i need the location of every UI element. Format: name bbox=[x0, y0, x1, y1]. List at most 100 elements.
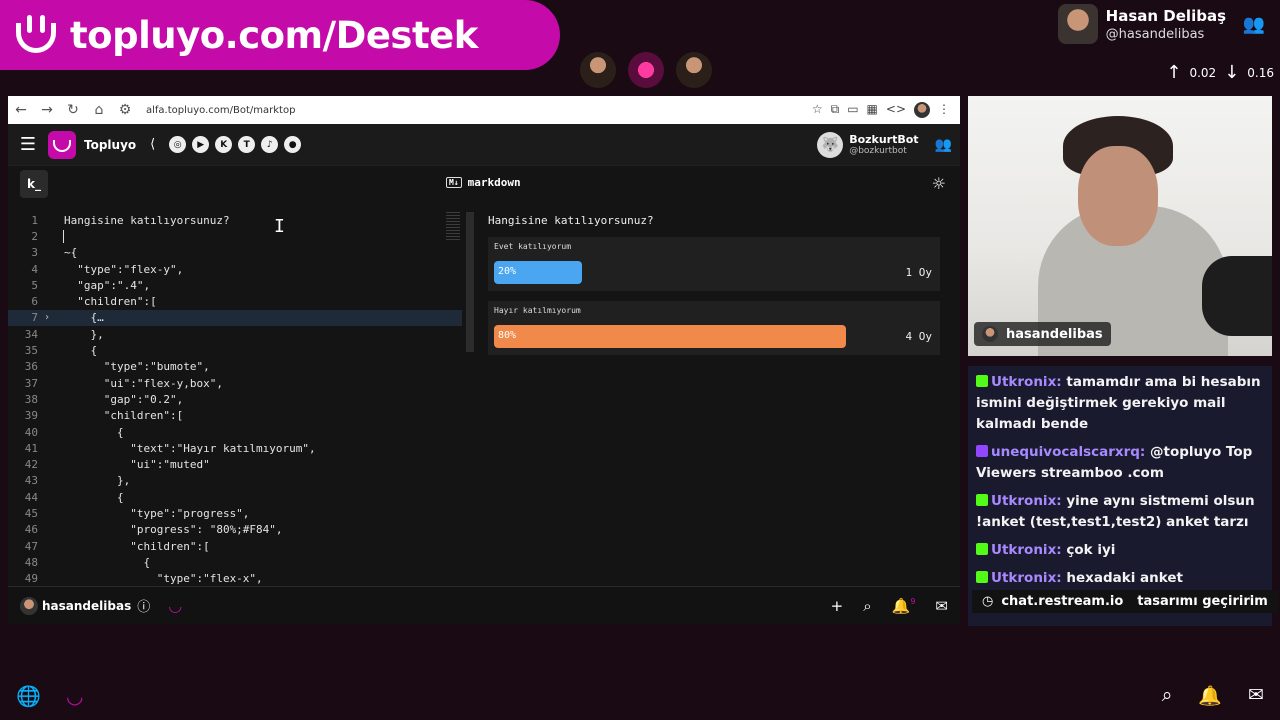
reload-icon[interactable]: ↻ bbox=[60, 102, 86, 118]
help-icon[interactable]: ⓘ bbox=[137, 596, 150, 615]
minimap[interactable] bbox=[446, 212, 460, 240]
mail-icon[interactable]: ✉ bbox=[1248, 684, 1264, 707]
code-line[interactable]: 44 { bbox=[8, 489, 462, 505]
topluyo-bottom-icon[interactable]: ◡ bbox=[66, 684, 83, 708]
bot-profile[interactable]: 🐺 BozkurtBot @bozkurtbot 👥 bbox=[817, 131, 952, 158]
code-line[interactable]: 42 "ui":"muted" bbox=[8, 456, 462, 472]
code-line[interactable]: 41 "text":"Hayır katılmıyorum", bbox=[8, 440, 462, 456]
mail-icon[interactable]: ✉ bbox=[935, 597, 948, 615]
code-text[interactable]: { bbox=[56, 344, 97, 357]
editor-scrollbar[interactable] bbox=[466, 212, 474, 352]
code-text[interactable]: "type":"flex-x", bbox=[56, 572, 263, 585]
code-text[interactable]: "children":[ bbox=[56, 409, 183, 422]
devtools-icon[interactable]: <> bbox=[886, 102, 906, 118]
cast-icon[interactable]: ▭ bbox=[847, 102, 858, 118]
code-text[interactable]: { bbox=[56, 491, 124, 504]
people-icon[interactable]: 👥 bbox=[1240, 14, 1268, 35]
code-text[interactable]: {… bbox=[56, 311, 103, 324]
menu-kebab-icon[interactable]: ⋮ bbox=[938, 102, 950, 118]
profile-avatar[interactable] bbox=[914, 102, 930, 118]
search-icon[interactable]: ⌕ bbox=[863, 597, 871, 615]
bookmark-star-icon[interactable]: ☆ bbox=[812, 102, 823, 118]
code-text[interactable]: { bbox=[56, 426, 124, 439]
plus-icon[interactable]: + bbox=[831, 597, 844, 615]
globe-icon[interactable]: 🌐 bbox=[16, 684, 41, 708]
github-icon[interactable]: ● bbox=[284, 136, 302, 153]
instagram-icon[interactable]: ◎ bbox=[169, 136, 187, 153]
code-line[interactable]: 36 "type":"bumote", bbox=[8, 359, 462, 375]
code-line[interactable]: 3 ~{ bbox=[8, 245, 462, 261]
site-info-icon[interactable]: ⚙ bbox=[112, 102, 138, 118]
code-line[interactable]: 40 { bbox=[8, 424, 462, 440]
code-line[interactable]: 49 "type":"flex-x", bbox=[8, 571, 462, 587]
code-line[interactable]: 37 "ui":"flex-y,box", bbox=[8, 375, 462, 391]
code-text[interactable]: "gap":"0.2", bbox=[56, 393, 183, 406]
code-line[interactable]: 45 "type":"progress", bbox=[8, 505, 462, 521]
home-icon[interactable]: ⌂ bbox=[86, 102, 112, 118]
extensions-icon[interactable]: ⧉ bbox=[831, 102, 840, 118]
theme-sun-icon[interactable]: ☼ bbox=[932, 174, 946, 193]
forward-icon[interactable]: → bbox=[34, 102, 60, 118]
code-text[interactable]: "children":[ bbox=[56, 540, 209, 553]
topluyo-logo[interactable] bbox=[48, 130, 76, 159]
restream-badge: ◷ chat.restream.io tasarımı geçiririm bbox=[972, 590, 1278, 613]
code-line[interactable]: 47 "children":[ bbox=[8, 538, 462, 554]
notif-badge: 9 bbox=[910, 596, 916, 606]
poll-option[interactable]: Evet katılıyorum 20% 1 Oy bbox=[488, 237, 940, 291]
chat-username[interactable]: unequivocalscarxrq: bbox=[991, 444, 1145, 460]
code-text[interactable]: "ui":"muted" bbox=[56, 458, 209, 471]
topluyo-mini-icon[interactable]: ◡ bbox=[168, 596, 182, 615]
code-text[interactable]: "type":"bumote", bbox=[56, 360, 210, 373]
code-line[interactable]: 39 "children":[ bbox=[8, 408, 462, 424]
members-icon[interactable]: 👥 bbox=[935, 137, 952, 153]
code-text[interactable]: "type":"flex-y", bbox=[56, 263, 183, 276]
code-text[interactable]: "children":[ bbox=[56, 295, 156, 308]
avatar[interactable] bbox=[20, 596, 38, 615]
chat-text: çok iyi bbox=[1066, 542, 1116, 558]
code-line[interactable]: 46 "progress": "80%;#F84", bbox=[8, 522, 462, 538]
code-line[interactable]: 2 bbox=[8, 228, 462, 244]
code-text[interactable]: "text":"Hayır katılmıyorum", bbox=[56, 442, 315, 455]
code-text[interactable]: Hangisine katılıyorsunuz? bbox=[56, 214, 230, 227]
code-text[interactable]: }, bbox=[56, 474, 130, 487]
chat-username[interactable]: Utkronix: bbox=[991, 493, 1062, 509]
apps-icon[interactable]: ▦ bbox=[867, 102, 878, 118]
kick-icon[interactable]: K bbox=[215, 136, 233, 153]
code-line[interactable]: 34 }, bbox=[8, 326, 462, 342]
chat-username[interactable]: Utkronix: bbox=[991, 374, 1062, 390]
code-line[interactable]: 4 "type":"flex-y", bbox=[8, 261, 462, 277]
code-editor[interactable]: 1 Hangisine katılıyorsunuz? I 2 3 ~{4 "type":… bbox=[8, 212, 462, 587]
k-button[interactable]: k_ bbox=[20, 170, 48, 198]
code-text[interactable]: "gap":".4", bbox=[56, 279, 150, 292]
share-icon[interactable]: ⟨ bbox=[150, 137, 155, 152]
youtube-icon[interactable]: ▶ bbox=[192, 136, 210, 153]
poll-option[interactable]: Hayır katılmıyorum 80% 4 Oy bbox=[488, 301, 940, 355]
bell-icon[interactable]: 🔔 bbox=[1198, 684, 1222, 707]
search-icon[interactable]: ⌕ bbox=[1162, 684, 1173, 707]
code-text[interactable]: ~{ bbox=[56, 246, 77, 259]
code-line[interactable]: 5 "gap":".4", bbox=[8, 277, 462, 293]
hamburger-menu-icon[interactable]: ☰ bbox=[8, 134, 48, 155]
code-line[interactable]: 1 Hangisine katılıyorsunuz? I bbox=[8, 212, 462, 237]
tiktok-icon[interactable]: ♪ bbox=[261, 136, 279, 153]
code-text[interactable]: "ui":"flex-y,box", bbox=[56, 377, 223, 390]
chat-username[interactable]: Utkronix: bbox=[991, 570, 1062, 586]
bell-icon[interactable]: 🔔9 bbox=[892, 597, 916, 615]
twitch-icon[interactable]: T bbox=[238, 136, 256, 153]
url-field[interactable]: alfa.topluyo.com/Bot/marktop bbox=[146, 105, 812, 116]
fold-chevron-icon[interactable]: › bbox=[44, 312, 56, 323]
code-line[interactable]: 43 }, bbox=[8, 473, 462, 489]
code-text[interactable]: { bbox=[56, 556, 150, 569]
username[interactable]: hasandelibas bbox=[42, 599, 131, 613]
chat-username[interactable]: Utkronix: bbox=[991, 542, 1062, 558]
code-text[interactable]: "type":"progress", bbox=[56, 507, 249, 520]
code-line[interactable]: 38 "gap":"0.2", bbox=[8, 391, 462, 407]
code-line[interactable]: 35 { bbox=[8, 342, 462, 358]
code-text[interactable]: "progress": "80%;#F84", bbox=[56, 523, 282, 536]
code-text[interactable]: }, bbox=[56, 328, 103, 341]
back-icon[interactable]: ← bbox=[8, 102, 34, 118]
app-name[interactable]: Topluyo bbox=[84, 138, 136, 152]
code-line[interactable]: 6 "children":[ bbox=[8, 293, 462, 309]
code-line[interactable]: 48 { bbox=[8, 554, 462, 570]
code-line[interactable]: 7 › {… bbox=[8, 309, 462, 327]
